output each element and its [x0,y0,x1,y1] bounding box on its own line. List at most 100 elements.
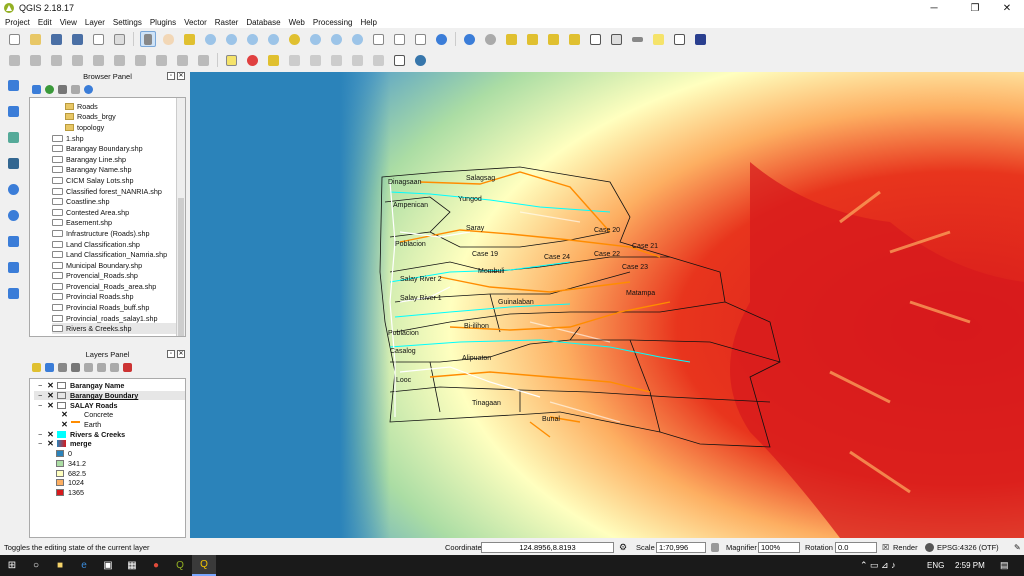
menu-view[interactable]: View [55,18,80,27]
browser-item[interactable]: Contested Area.shp [52,207,185,218]
maximize-button[interactable]: ❐ [960,0,990,16]
menu-vector[interactable]: Vector [179,18,210,27]
browser-item[interactable]: Barangay Name.shp [52,165,185,176]
touch-zoom-icon[interactable] [139,31,156,47]
zoom-out-icon[interactable] [224,31,240,47]
layer-visibility-checkbox[interactable]: ✕ [46,391,55,400]
layer-labeling-icon[interactable] [245,52,261,68]
add-wcs-layer-icon[interactable] [5,207,21,223]
refresh-icon[interactable] [434,31,450,47]
browser-item[interactable]: Roads_brgy [52,112,185,123]
properties-icon[interactable] [84,84,93,94]
select-features-icon[interactable] [504,31,520,47]
lock-scale-icon[interactable] [711,542,719,552]
zoom-next-icon[interactable] [350,31,366,47]
crs-globe-icon[interactable] [925,542,934,552]
layer-row[interactable]: ✕ Earth [34,420,185,430]
filter-icon[interactable] [58,84,67,94]
browser-item[interactable]: Infrastructure (Roads).shp [52,228,185,239]
layer-row[interactable]: − ✕ Barangay Name [34,381,185,391]
add-postgis-layer-icon[interactable] [5,155,21,171]
menu-help[interactable]: Help [355,18,379,27]
add-wfs-layer-icon[interactable] [5,233,21,249]
layer-row[interactable]: ✕ Concrete [34,410,185,420]
file-explorer-icon[interactable]: ■ [48,555,72,576]
browser-item[interactable]: Municipal Boundary.shp [52,260,185,271]
layer-row[interactable]: − ✕ Barangay Boundary [34,390,185,401]
layer-styling-icon[interactable] [32,362,41,372]
cut-features-icon[interactable] [154,52,170,68]
add-selected-layers-icon[interactable] [32,84,41,94]
collapse-all-icon[interactable] [71,84,80,94]
minimize-button[interactable]: ─ [919,0,949,16]
coordinate-toggle-icon[interactable]: ⚙ [619,542,627,553]
store-icon[interactable]: ▣ [96,555,120,576]
edge-browser-icon[interactable]: e [72,555,96,576]
remove-layer-icon[interactable] [123,362,132,372]
notifications-icon[interactable]: ▤ [1000,560,1009,571]
browser-item[interactable]: 1.shp [52,133,185,144]
map-canvas[interactable]: Dinagsaan Salagsag Ampenican Yungod Sara… [190,72,1024,538]
browser-item[interactable]: Land Classification_Namria.shp [52,249,185,260]
browser-item[interactable]: Provincial Roads_buff.shp [52,302,185,313]
zoom-native-icon[interactable] [245,31,261,47]
select-by-value-icon[interactable] [525,31,541,47]
zoom-full-icon[interactable] [266,31,282,47]
expand-toggle-icon[interactable]: − [38,381,46,390]
browser-item[interactable]: Land Classification.shp [52,239,185,250]
layer-visibility-checkbox[interactable]: ✕ [60,420,69,429]
zoom-layer-icon[interactable] [308,31,324,47]
add-vector-layer-icon[interactable] [5,77,21,93]
menu-layer[interactable]: Layer [80,18,108,27]
browser-tree[interactable]: Roads Roads_brgy topology 1.shp Barangay Bou… [29,97,186,337]
magnifier-field[interactable] [758,541,800,553]
save-as-icon[interactable] [70,31,86,47]
browser-item[interactable]: Provencial_Roads_area.shp [52,281,185,292]
rotate-label-icon[interactable] [329,52,345,68]
manage-visibility-icon[interactable] [58,362,67,372]
measure-line-icon[interactable] [630,31,646,47]
label-tool-icon[interactable] [224,52,240,68]
expand-toggle-icon[interactable]: − [38,439,46,448]
clock[interactable]: 2:59 PM [955,561,985,570]
open-project-icon[interactable] [28,31,44,47]
zoom-selection-icon[interactable] [287,31,303,47]
show-hide-labels-icon[interactable] [371,52,387,68]
run-action-icon[interactable] [483,31,499,47]
qgis-active-taskbar-icon[interactable]: Q [192,555,216,576]
menu-raster[interactable]: Raster [210,18,242,27]
zoom-in-icon[interactable] [203,31,219,47]
text-annotation-icon[interactable] [672,31,688,47]
menu-plugins[interactable]: Plugins [145,18,179,27]
calculator-icon[interactable]: ▦ [120,555,144,576]
current-edits-icon[interactable] [7,52,23,68]
float-panel-icon[interactable]: ▫ [167,72,175,80]
identify-icon[interactable] [462,31,478,47]
paste-features-icon[interactable] [196,52,212,68]
filter-legend-icon[interactable] [71,362,80,372]
add-feature-icon[interactable] [70,52,86,68]
help-icon[interactable] [693,31,709,47]
expand-toggle-icon[interactable]: − [38,391,46,400]
change-label-icon[interactable] [350,52,366,68]
new-map-view-icon[interactable] [371,31,387,47]
add-group-icon[interactable] [45,362,54,372]
layer-visibility-checkbox[interactable]: ✕ [60,410,69,419]
browser-item[interactable]: Provencial_Roads.shp [52,271,185,282]
language-indicator[interactable]: ENG [927,561,944,570]
layers-tree[interactable]: − ✕ Barangay Name − ✕ Barangay Boundary − ✕ SALA… [29,378,186,538]
deselect-icon[interactable] [546,31,562,47]
add-csv-layer-icon[interactable] [392,52,408,68]
move-feature-icon[interactable] [91,52,107,68]
attribute-table-icon[interactable] [588,31,604,47]
browser-item[interactable]: CICM Salay Lots.shp [52,175,185,186]
layer-row[interactable]: − ✕ merge [34,439,185,449]
layer-visibility-checkbox[interactable]: ✕ [46,401,55,410]
pan-map-icon[interactable] [161,31,177,47]
new-project-icon[interactable] [7,31,23,47]
browser-scrollbar[interactable] [176,98,185,336]
search-icon[interactable]: ○ [24,555,48,576]
menu-settings[interactable]: Settings [108,18,145,27]
new-shapefile-icon[interactable] [5,285,21,301]
composer-manager-icon[interactable] [112,31,128,47]
